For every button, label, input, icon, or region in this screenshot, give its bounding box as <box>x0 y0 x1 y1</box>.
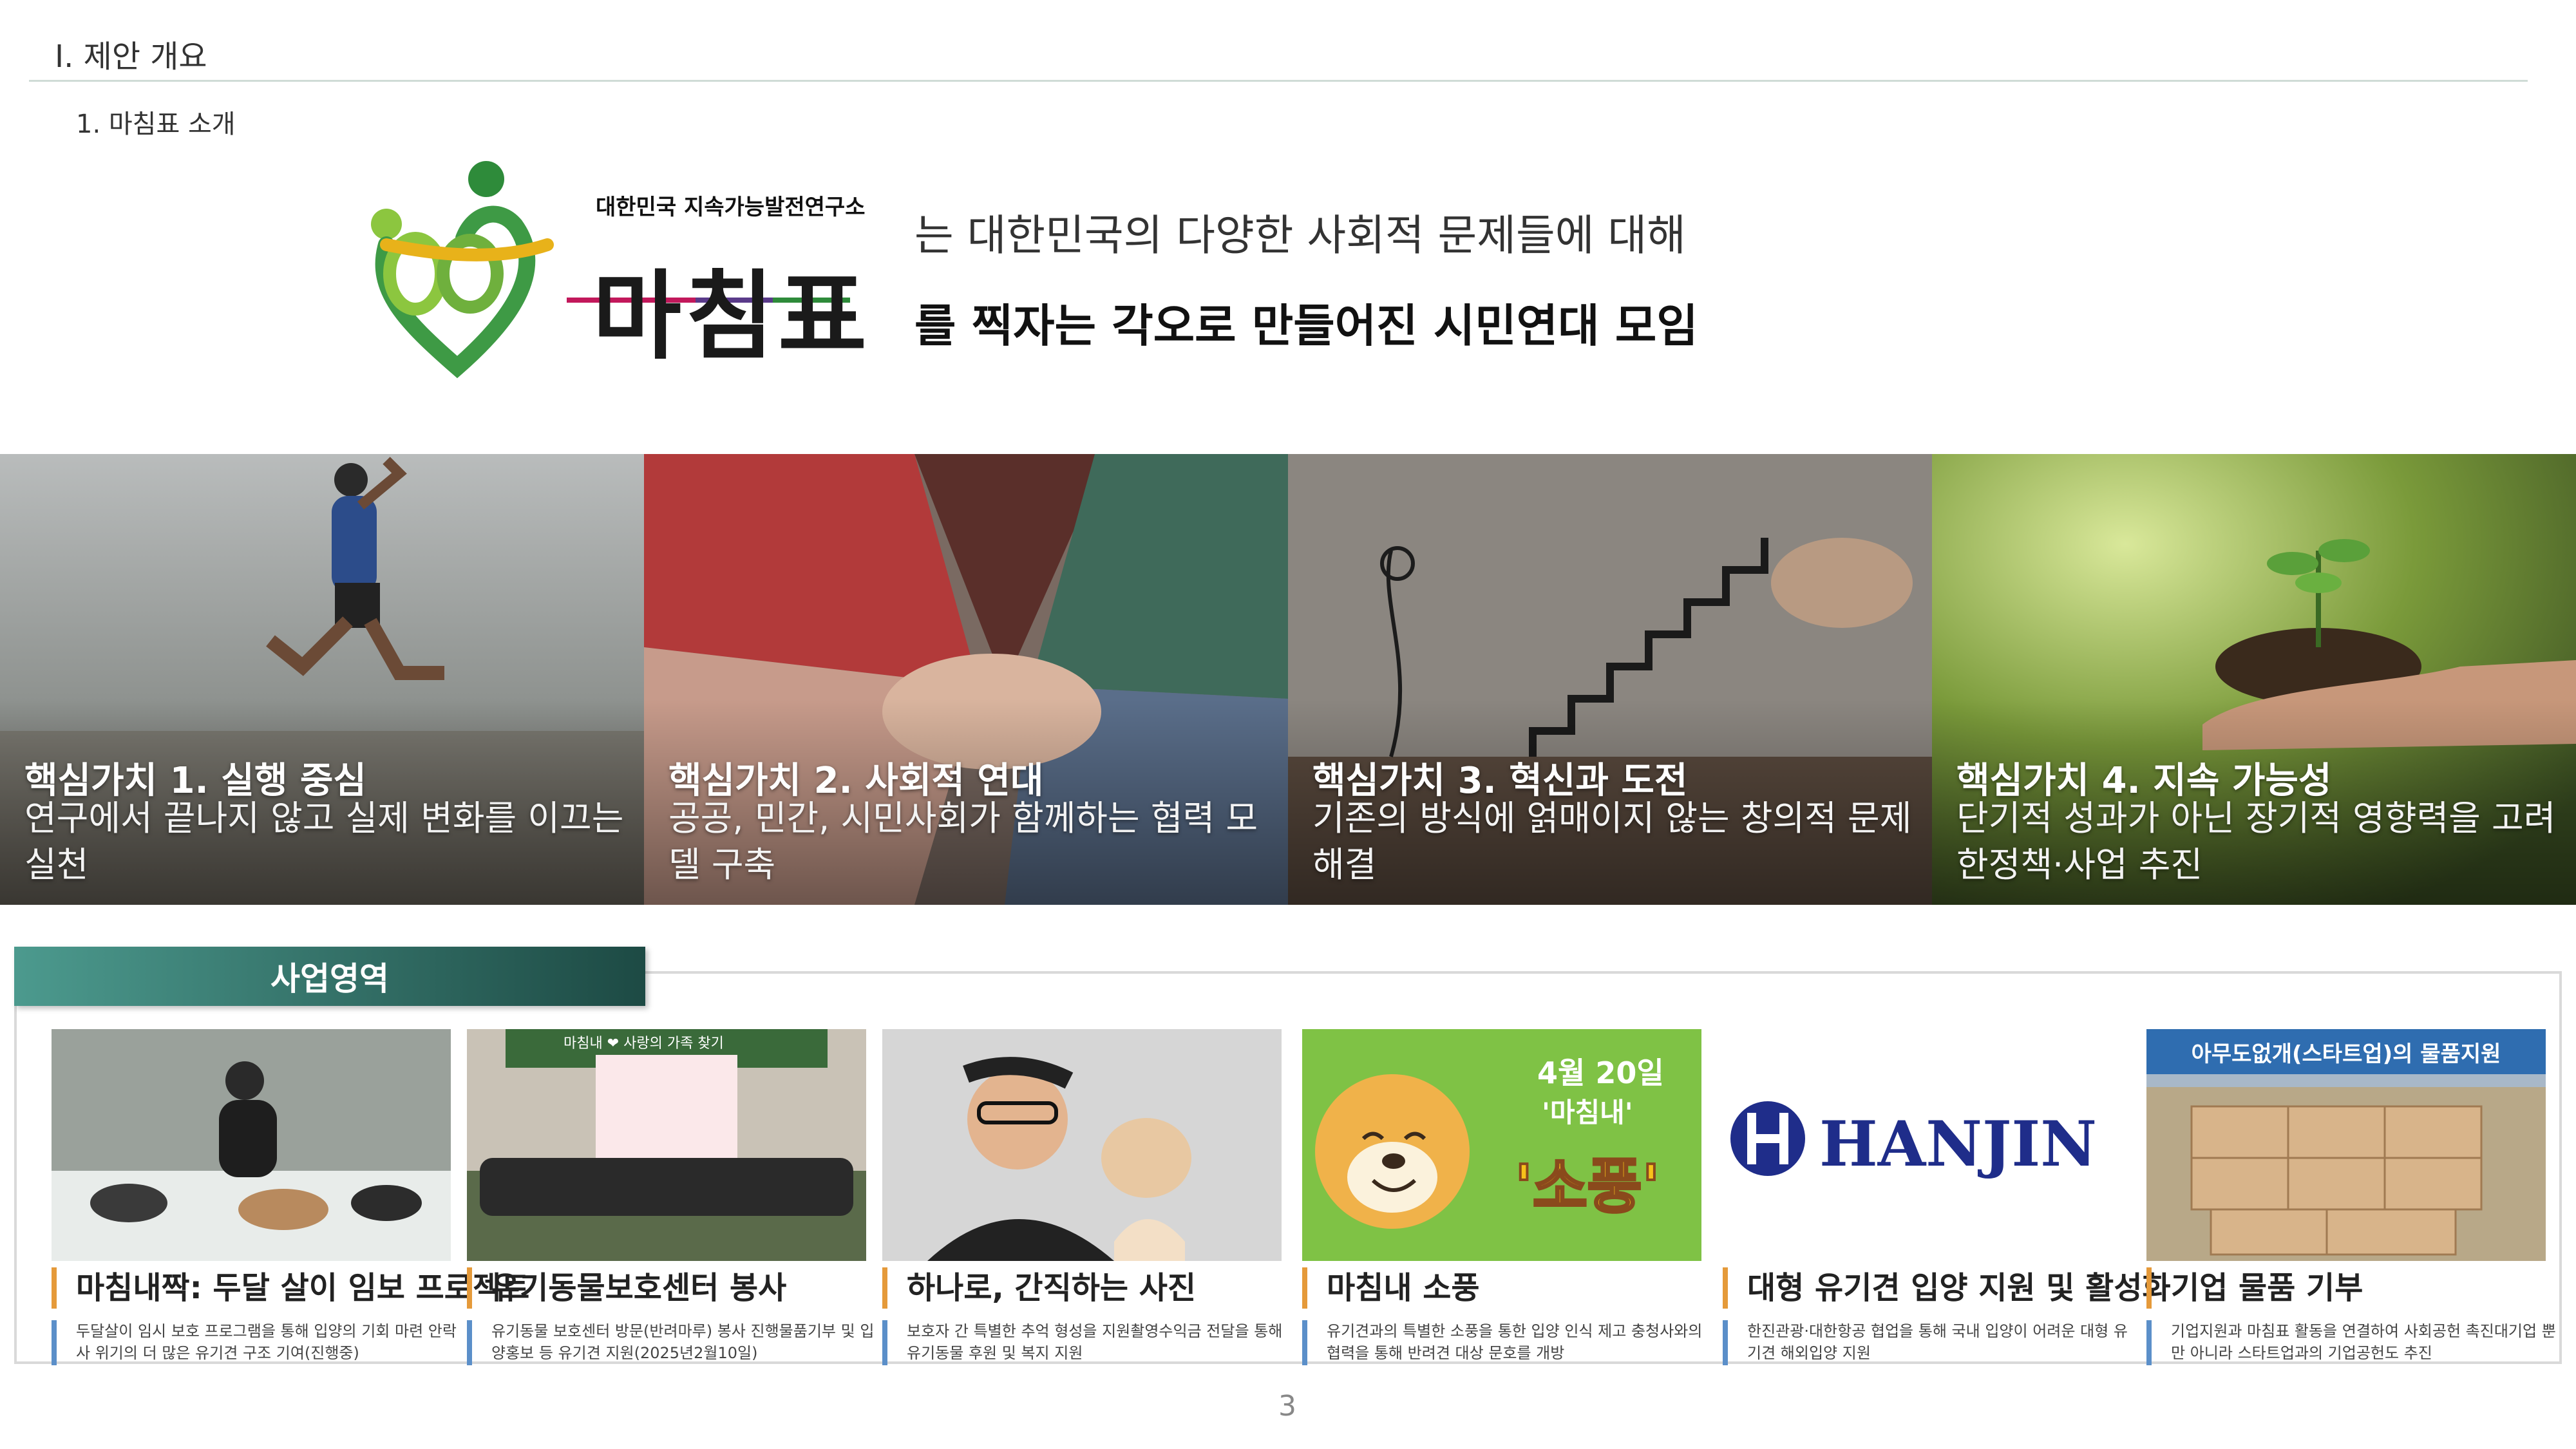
value-desc: 공공, 민간, 시민사회가 함께하는 협력 모델 구축 <box>668 798 1258 885</box>
hanjin-wordmark: HANJIN <box>1819 1108 2098 1180</box>
value-panel-innovation: 핵심가치 3. 혁신과 도전 기존의 방식에 얽매이지 않는 창의적 문제 해결 <box>1288 454 1932 905</box>
business-card-desc: 한진관광·대한항공 협업을 통해 국내 입양이 어려운 대형 유기견 해외입양 … <box>1723 1320 2140 1365</box>
business-card-desc: 유기견과의 특별한 소풍을 통한 입양 인식 제고 충청사와의 협력을 통해 반… <box>1302 1320 1719 1365</box>
value-panel-action: 핵심가치 1. 실행 중심 연구에서 끝나지 않고 실제 변화를 이끄는 실천 <box>0 454 644 905</box>
hanjin-logo: HANJIN <box>1723 1029 2122 1261</box>
foster-photo <box>52 1029 451 1261</box>
business-card-title: 하나로, 간직하는 사진 <box>882 1267 1196 1309</box>
picnic-date: 4월 20일 <box>1537 1056 1664 1090</box>
value-desc: 단기적 성과가 아닌 장기적 영향력을 고려한정책·사업 추진 <box>1956 798 2556 885</box>
business-card-photo: 하나로, 간직하는 사진 보호자 간 특별한 추억 형성을 지원촬영수익금 전달… <box>882 1029 1294 1365</box>
business-area-tab: 사업영역 <box>14 947 645 1006</box>
picnic-big-title: '소풍' <box>1513 1151 1662 1222</box>
header-divider <box>29 80 2528 82</box>
business-card-volunteer: 마침내 ❤ 사랑의 가족 찾기 유기동물보호센터 봉사 유기동물 보호센터 방문… <box>467 1029 879 1365</box>
picnic-poster: 4월 20일 '마침내' '소풍' <box>1302 1029 1701 1261</box>
business-card-desc: 두달살이 임시 보호 프로그램을 통해 입양의 기회 마련 안락사 위기의 더 … <box>52 1320 469 1365</box>
logo-org-name: 대한민국 지속가능발전연구소 <box>596 194 866 220</box>
business-card-title: 마침내짝: 두달 살이 임보 프로젝트 <box>52 1267 529 1309</box>
business-card-title: 마침내 소풍 <box>1302 1267 1480 1309</box>
business-card-title: 유기동물보호센터 봉사 <box>467 1267 786 1309</box>
tagline-line1: 는 대한민국의 다양한 사회적 문제들에 대해 <box>914 211 1686 260</box>
organization-logo: 대한민국 지속가능발전연구소 마침표 <box>361 161 889 380</box>
volunteer-group-photo: 마침내 ❤ 사랑의 가족 찾기 <box>467 1029 866 1261</box>
business-card-donation: 아무도없개(스타트업)의 물품지원 기업 물품 기부 기업지원과 마침표 활동을… <box>2146 1029 2559 1365</box>
business-card-picnic: 4월 20일 '마침내' '소풍' 마침내 소풍 유기견과의 특별한 소풍을 통… <box>1302 1029 1714 1365</box>
picnic-name: '마침내' <box>1542 1097 1633 1128</box>
logo-brand-text: 마침표 <box>592 261 871 373</box>
sub-title: 1. 마침표 소개 <box>76 109 236 139</box>
business-card-desc: 기업지원과 마침표 활동을 연결하여 사회공헌 촉진대기업 뿐만 아니라 스타트… <box>2146 1320 2564 1365</box>
donation-boxes-photo: 아무도없개(스타트업)의 물품지원 <box>2146 1029 2546 1261</box>
value-panel-solidarity: 핵심가치 2. 사회적 연대 공공, 민간, 시민사회가 함께하는 협력 모델 … <box>644 454 1288 905</box>
value-panel-sustainability: 핵심가치 4. 지속 가능성 단기적 성과가 아닌 장기적 영향력을 고려한정책… <box>1932 454 2576 905</box>
business-card-desc: 보호자 간 특별한 추억 형성을 지원촬영수익금 전달을 통해 유기동물 후원 … <box>882 1320 1300 1365</box>
business-card-title: 대형 유기견 입양 지원 및 활성화 <box>1723 1267 2171 1309</box>
value-desc: 연구에서 끝나지 않고 실제 변화를 이끄는 실천 <box>24 798 624 885</box>
business-card-title: 기업 물품 기부 <box>2146 1267 2363 1309</box>
business-card-adoption: HANJIN 대형 유기견 입양 지원 및 활성화 한진관광·대한항공 협업을 … <box>1723 1029 2171 1365</box>
volunteer-banner-text: 마침내 ❤ 사랑의 가족 찾기 <box>564 1036 724 1052</box>
value-desc: 기존의 방식에 얽매이지 않는 창의적 문제 해결 <box>1312 798 1912 885</box>
section-title: Ⅰ. 제안 개요 <box>55 39 207 75</box>
portrait-with-dog-photo <box>882 1029 1282 1261</box>
business-card-desc: 유기동물 보호센터 방문(반려마루) 봉사 진행물품기부 및 입양홍보 등 유기… <box>467 1320 884 1365</box>
page-number: 3 <box>1278 1390 1296 1423</box>
business-card-foster: 마침내짝: 두달 살이 임보 프로젝트 두달살이 임시 보호 프로그램을 통해 … <box>52 1029 529 1365</box>
donation-caption: 아무도없개(스타트업)의 물품지원 <box>2146 1029 2546 1074</box>
tagline-line2: 를 찍자는 각오로 만들어진 시민연대 모임 <box>914 299 1698 352</box>
core-values-strip: 핵심가치 1. 실행 중심 연구에서 끝나지 않고 실제 변화를 이끄는 실천 … <box>0 454 2576 905</box>
